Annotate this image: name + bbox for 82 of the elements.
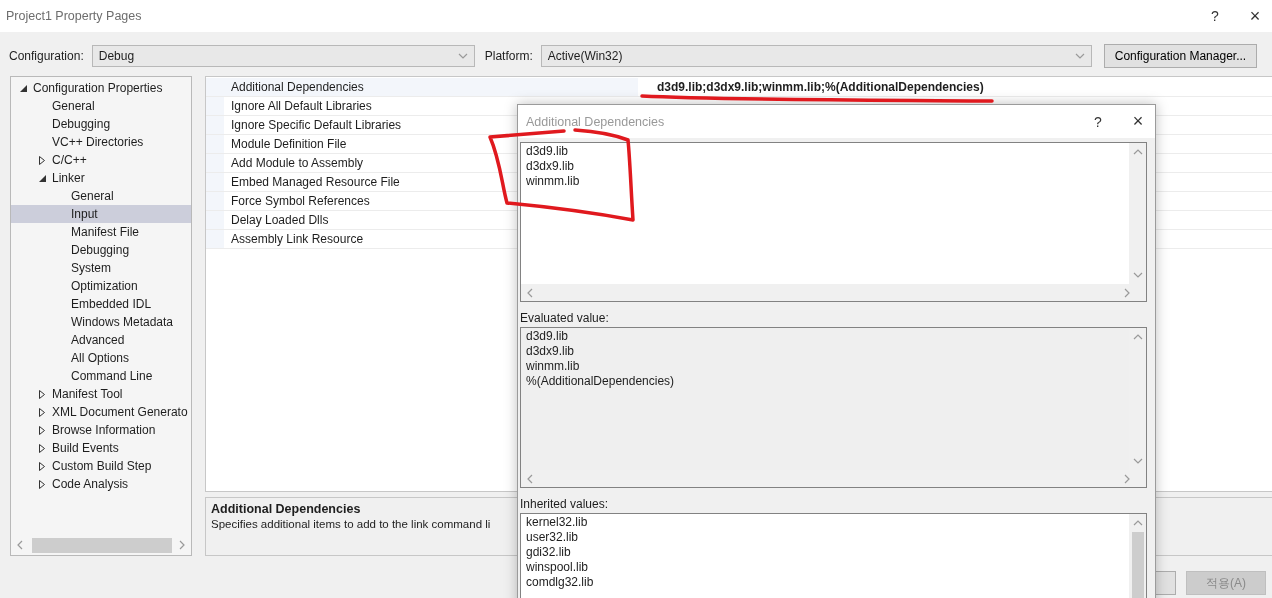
tree-item[interactable]: General — [11, 97, 191, 115]
configuration-dropdown[interactable]: Debug — [91, 45, 475, 67]
tree-item[interactable]: Input — [11, 205, 191, 223]
horizontal-scrollbar[interactable] — [521, 284, 1146, 301]
tree-item[interactable]: Configuration Properties — [11, 79, 191, 97]
description-text: Specifies additional items to add to the link command li — [211, 518, 491, 530]
chevron-down-icon[interactable] — [1074, 51, 1085, 61]
help-button[interactable]: ? — [1075, 113, 1121, 130]
tree-item[interactable]: Manifest Tool — [11, 385, 191, 403]
tree-item[interactable]: Custom Build Step — [11, 457, 191, 475]
text-line: gdi32.lib — [526, 545, 572, 560]
window-title: Project1 Property Pages — [6, 9, 143, 23]
text-line: winmm.lib — [526, 359, 581, 374]
chevron-up-icon[interactable] — [1132, 147, 1143, 157]
text-line: d3d9.lib — [526, 144, 570, 159]
tree-item[interactable]: Linker — [11, 169, 191, 187]
configuration-label: Configuration: — [9, 49, 84, 63]
tree-item[interactable]: Debugging — [11, 115, 191, 133]
tree-item[interactable]: Advanced — [11, 331, 191, 349]
chevron-left-icon[interactable] — [525, 473, 535, 484]
platform-label: Platform: — [484, 49, 533, 63]
close-button[interactable]: × — [1121, 111, 1155, 132]
scroll-thumb[interactable] — [1131, 532, 1144, 598]
property-name: Assembly Link Resource — [231, 232, 364, 246]
property-row[interactable]: Additional Dependencies d3d9.lib;d3dx9.lib;winmm.lib;%(AdditionalDependencies) — [206, 78, 1272, 97]
property-name: Delay Loaded Dlls — [231, 213, 329, 227]
tree-item[interactable]: Optimization — [11, 277, 191, 295]
text-line: d3dx9.lib — [526, 344, 576, 359]
expanded-triangle-icon[interactable] — [20, 84, 27, 92]
evaluated-label: Evaluated value: — [520, 311, 610, 325]
chevron-down-icon[interactable] — [1132, 270, 1143, 280]
chevron-right-icon[interactable] — [1122, 287, 1132, 298]
tree-item[interactable]: VC++ Directories — [11, 133, 191, 151]
property-name: Add Module to Assembly — [231, 156, 364, 170]
vertical-scrollbar[interactable] — [1129, 514, 1146, 598]
tree-item[interactable]: XML Document Generato — [11, 403, 191, 421]
tree-item[interactable]: System — [11, 259, 191, 277]
tree-item[interactable]: Code Analysis — [11, 475, 191, 493]
chevron-down-icon[interactable] — [1132, 456, 1143, 466]
chevron-left-icon[interactable] — [525, 287, 535, 298]
expanded-triangle-icon[interactable] — [39, 174, 46, 182]
tree-item[interactable]: General — [11, 187, 191, 205]
chevron-up-icon[interactable] — [1132, 332, 1143, 342]
text-line: %(AdditionalDependencies) — [526, 374, 676, 389]
tree-item[interactable]: Browse Information — [11, 421, 191, 439]
chevron-right-icon[interactable] — [1122, 473, 1132, 484]
tree-item[interactable]: Manifest File — [11, 223, 191, 241]
tree-item[interactable]: C/C++ — [11, 151, 191, 169]
tree-item[interactable]: Embedded IDL — [11, 295, 191, 313]
text-line: winspool.lib — [526, 560, 590, 575]
description-title: Additional Dependencies — [211, 502, 361, 516]
text-line: winmm.lib — [526, 174, 581, 189]
tree-item[interactable]: Build Events — [11, 439, 191, 457]
vertical-scrollbar[interactable] — [1129, 143, 1146, 284]
tree-item[interactable]: Command Line — [11, 367, 191, 385]
tree-item[interactable]: Windows Metadata — [11, 313, 191, 331]
text-line: d3dx9.lib — [526, 159, 576, 174]
text-line: user32.lib — [526, 530, 580, 545]
property-name: Force Symbol References — [231, 194, 370, 208]
help-button[interactable]: ? — [1192, 8, 1238, 24]
text-line: d3d9.lib — [526, 329, 570, 344]
chevron-up-icon[interactable] — [1132, 518, 1143, 528]
text-line: kernel32.lib — [526, 515, 589, 530]
property-name: Ignore All Default Libraries — [231, 99, 372, 113]
inherited-label: Inherited values: — [520, 497, 610, 511]
chevron-right-icon[interactable] — [177, 539, 187, 550]
property-name: Module Definition File — [231, 137, 347, 151]
tree-item[interactable]: Debugging — [11, 241, 191, 259]
property-name: Embed Managed Resource File — [231, 175, 400, 189]
property-name: Ignore Specific Default Libraries — [231, 118, 402, 132]
chevron-down-icon[interactable] — [457, 51, 468, 61]
property-name: Additional Dependencies — [231, 80, 364, 94]
collapsed-triangle-icon[interactable] — [39, 155, 45, 165]
dialog-title: Additional Dependencies — [526, 114, 666, 129]
text-line: comdlg32.lib — [526, 575, 595, 590]
property-value: d3d9.lib;d3dx9.lib;winmm.lib;%(AdditionalDependencies) — [657, 80, 984, 94]
configuration-manager-button[interactable]: Configuration Manager... — [1103, 44, 1258, 68]
tree-item[interactable]: All Options — [11, 349, 191, 367]
text-area[interactable]: d3d9.lib d3dx9.lib winmm.lib — [520, 142, 1147, 302]
close-button[interactable]: × — [1238, 5, 1272, 27]
chevron-left-icon[interactable] — [15, 539, 25, 550]
platform-dropdown[interactable]: Active(Win32) — [540, 45, 1092, 67]
